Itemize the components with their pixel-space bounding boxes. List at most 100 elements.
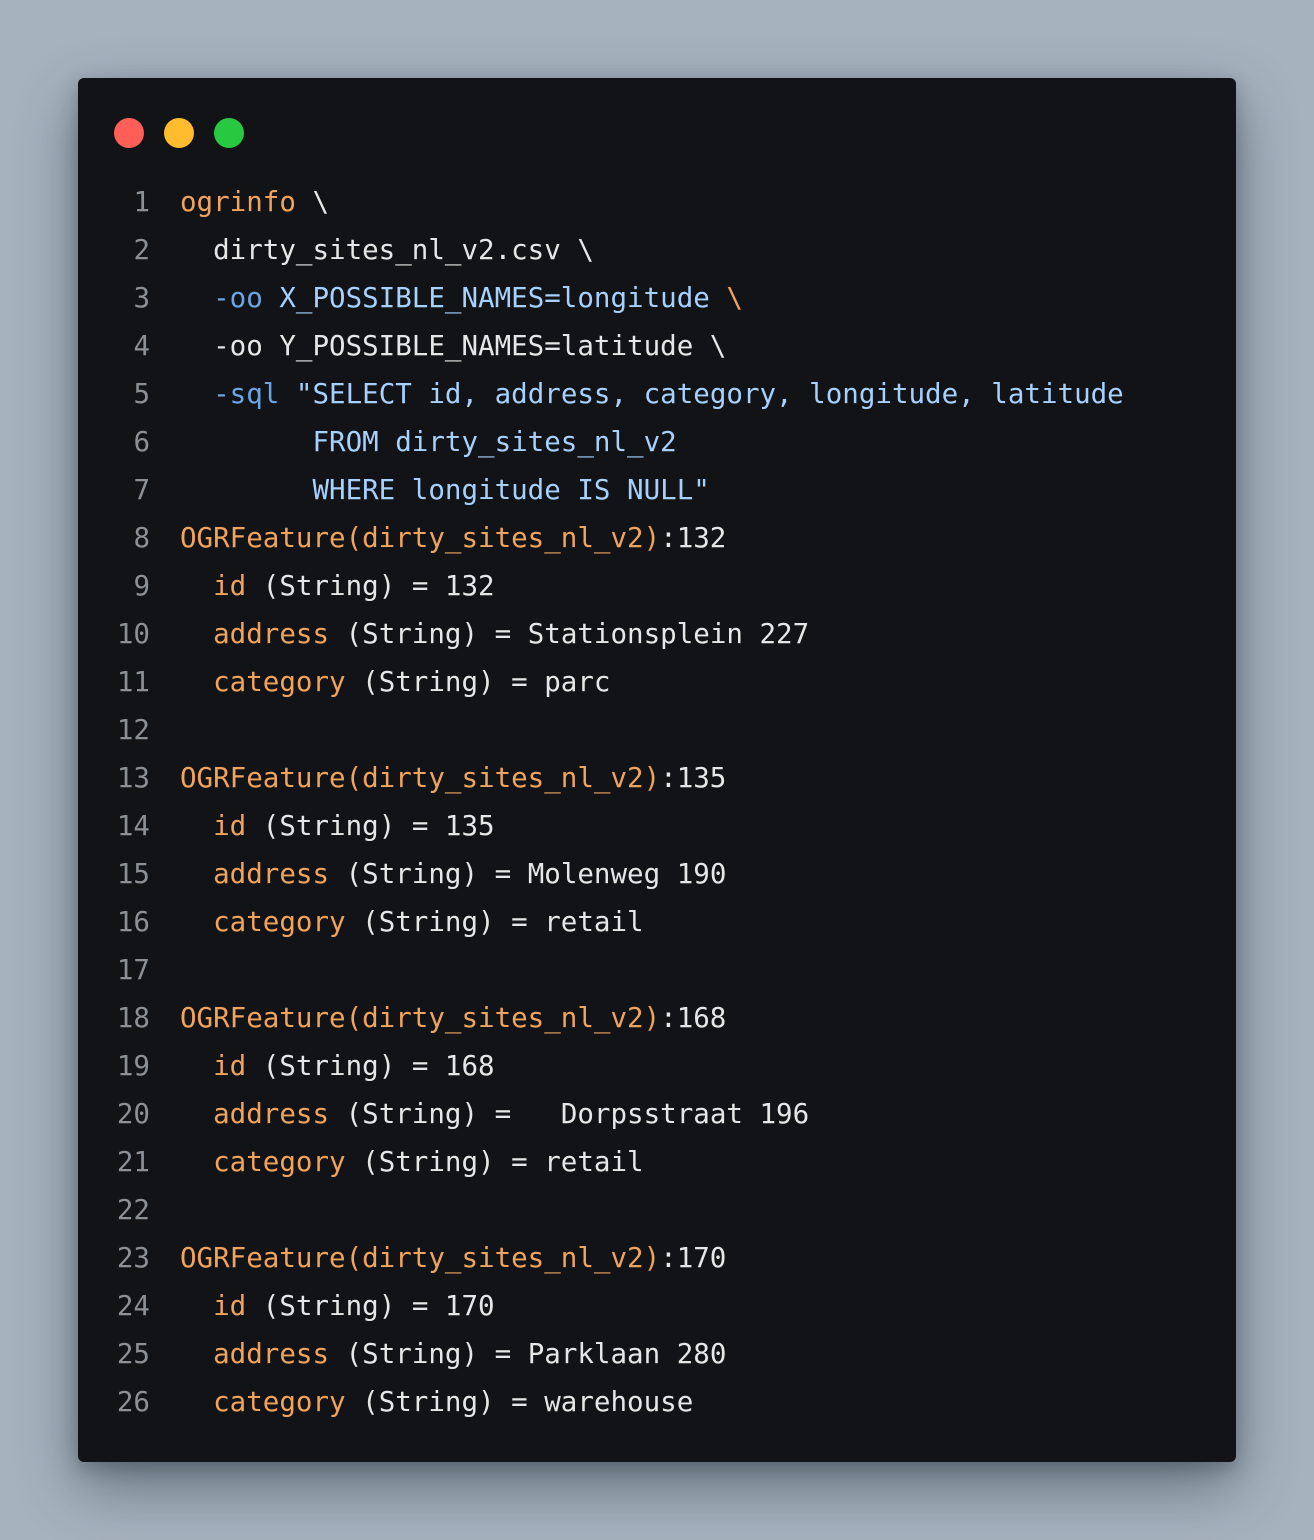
code-token: category: [213, 666, 346, 698]
code-text: id (String) = 132: [180, 562, 495, 610]
code-token: (String) = retail: [345, 906, 644, 938]
line-number: 7: [133, 474, 150, 506]
line-number: 14: [116, 810, 150, 842]
code-token: (String) = parc: [345, 666, 611, 698]
code-line: 16 category (String) = retail: [78, 898, 1236, 946]
code-text: ogrinfo \: [180, 178, 329, 226]
code-line: 20 address (String) = Dorpsstraat 196: [78, 1090, 1236, 1138]
code-text: category (String) = retail: [180, 1138, 644, 1186]
code-token: WHERE longitude IS NULL": [180, 474, 710, 506]
code-text: id (String) = 170: [180, 1282, 495, 1330]
code-text: -oo X_POSSIBLE_NAMES=longitude \: [180, 274, 743, 322]
code-line: 23 OGRFeature(dirty_sites_nl_v2):170: [78, 1234, 1236, 1282]
code-line: 26 category (String) = warehouse: [78, 1378, 1236, 1426]
code-text: -sql "SELECT id, address, category, long…: [180, 370, 1124, 418]
line-number: 15: [116, 858, 150, 890]
code-text: address (String) = Parklaan 280: [180, 1330, 726, 1378]
code-line: 15 address (String) = Molenweg 190: [78, 850, 1236, 898]
line-number: 18: [116, 1002, 150, 1034]
code-token: ogrinfo: [180, 186, 296, 218]
code-token: id: [213, 1290, 247, 1322]
code-token: (String) = 132: [246, 570, 495, 602]
code-line: 14 id (String) = 135: [78, 802, 1236, 850]
code-line: 12: [78, 706, 1236, 754]
code-text: WHERE longitude IS NULL": [180, 466, 710, 514]
line-number: 16: [116, 906, 150, 938]
line-number: 20: [116, 1098, 150, 1130]
line-number: 6: [133, 426, 150, 458]
code-line: 2 dirty_sites_nl_v2.csv \: [78, 226, 1236, 274]
code-token: FROM dirty_sites_nl_v2: [180, 426, 677, 458]
code-line: 5 -sql "SELECT id, address, category, lo…: [78, 370, 1236, 418]
code-token: (String) = retail: [345, 1146, 644, 1178]
code-line: 11 category (String) = parc: [78, 658, 1236, 706]
code-token: :132: [660, 522, 727, 554]
code-token: :170: [660, 1242, 727, 1274]
code-text: OGRFeature(dirty_sites_nl_v2):135: [180, 754, 726, 802]
code-text: category (String) = retail: [180, 898, 644, 946]
code-token: category: [213, 1386, 346, 1418]
code-text: address (String) = Molenweg 190: [180, 850, 726, 898]
line-number: 1: [133, 186, 150, 218]
line-number: 10: [116, 618, 150, 650]
code-text: id (String) = 135: [180, 802, 494, 850]
code-text: OGRFeature(dirty_sites_nl_v2):170: [180, 1234, 726, 1282]
code-text: category (String) = warehouse: [180, 1378, 693, 1426]
code-token: OGRFeature(dirty_sites_nl_v2): [180, 1002, 661, 1034]
code-token: (String) = warehouse: [345, 1386, 694, 1418]
line-number: 5: [133, 378, 150, 410]
code-token: OGRFeature(dirty_sites_nl_v2): [180, 762, 661, 794]
code-token: category: [213, 906, 346, 938]
code-line: 13 OGRFeature(dirty_sites_nl_v2):135: [78, 754, 1236, 802]
code-line: 17: [78, 946, 1236, 994]
line-number: 24: [116, 1290, 150, 1322]
minimize-button[interactable]: [164, 118, 194, 148]
line-number: 21: [116, 1146, 150, 1178]
code-block: 1 ogrinfo \ 2 dirty_sites_nl_v2.csv \ 3 -oo…: [78, 178, 1236, 1426]
code-text: address (String) = Dorpsstraat 196: [180, 1090, 809, 1138]
code-token: OGRFeature(dirty_sites_nl_v2): [180, 522, 661, 554]
code-token: (String) = 170: [246, 1290, 495, 1322]
line-number: 4: [133, 330, 150, 362]
code-text: OGRFeature(dirty_sites_nl_v2):132: [180, 514, 726, 562]
code-token: -oo: [213, 282, 263, 314]
code-token: dirty_sites_nl_v2.csv \: [180, 234, 594, 266]
code-line: 21 category (String) = retail: [78, 1138, 1236, 1186]
line-number: 26: [116, 1386, 150, 1418]
code-line: 3 -oo X_POSSIBLE_NAMES=longitude \: [78, 274, 1236, 322]
code-window: 1 ogrinfo \ 2 dirty_sites_nl_v2.csv \ 3 -oo…: [78, 78, 1236, 1462]
close-button[interactable]: [114, 118, 144, 148]
line-number: 22: [116, 1194, 150, 1226]
maximize-button[interactable]: [214, 118, 244, 148]
line-number: 12: [116, 714, 150, 746]
code-token: -sql: [213, 378, 280, 410]
code-text: dirty_sites_nl_v2.csv \: [180, 226, 594, 274]
code-token: (String) = Stationsplein 227: [329, 618, 810, 650]
code-token: X_POSSIBLE_NAMES=longitude: [262, 282, 710, 314]
line-number: 11: [116, 666, 150, 698]
line-number: 3: [133, 282, 150, 314]
code-token: (String) = 168: [246, 1050, 495, 1082]
line-number: 19: [116, 1050, 150, 1082]
code-line: 6 FROM dirty_sites_nl_v2: [78, 418, 1236, 466]
line-number: 13: [116, 762, 150, 794]
code-token: address: [213, 1098, 330, 1130]
code-token: -oo Y_POSSIBLE_NAMES=latitude \: [180, 330, 727, 362]
code-token: :168: [660, 1002, 727, 1034]
line-number: 17: [116, 954, 150, 986]
line-number: 8: [133, 522, 150, 554]
code-token: category: [213, 1146, 346, 1178]
code-text: OGRFeature(dirty_sites_nl_v2):168: [180, 994, 726, 1042]
code-line: 24 id (String) = 170: [78, 1282, 1236, 1330]
code-token: "SELECT id, address, category, longitude…: [279, 378, 1124, 410]
code-token: id: [213, 570, 247, 602]
